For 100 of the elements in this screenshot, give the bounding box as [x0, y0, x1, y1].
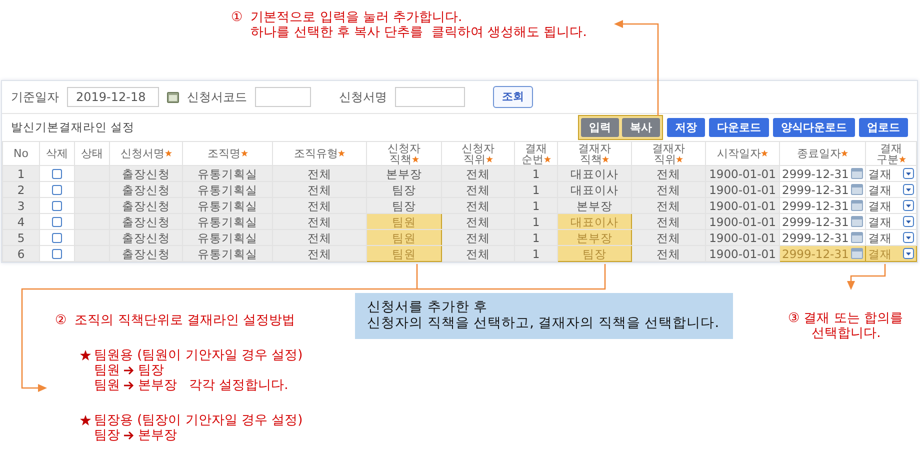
toolbar-button[interactable]: 양식다운로드 [773, 118, 855, 137]
column-header: 신청자 [462, 142, 494, 154]
note-text: 각각 설정합니다. [189, 378, 288, 393]
toolbar-button[interactable]: 복사 [622, 118, 660, 137]
search-button[interactable]: 조회 [493, 86, 533, 108]
right-arrow-icon [124, 431, 134, 440]
toolbar-button[interactable]: 다운로드 [709, 118, 769, 137]
required-icon [338, 150, 345, 158]
toolbar-button[interactable]: 업로드 [859, 118, 908, 137]
table-cell: 전체 [272, 198, 366, 214]
checkbox[interactable] [52, 169, 62, 180]
table-cell: 6 [2, 246, 40, 262]
table-cell: 전체 [272, 214, 366, 230]
table-cell: 본부장 [558, 230, 632, 246]
column-header: 구분 [876, 152, 898, 166]
table-cell: 유통기획실 [182, 214, 272, 230]
table-cell: 팀원 [366, 246, 442, 262]
field-label: 신청서명 [339, 89, 387, 106]
table-cell: 대표이사 [558, 166, 632, 182]
table-cell: 전체 [272, 166, 366, 182]
calendar-icon [850, 184, 863, 195]
right-arrow-icon [124, 366, 134, 375]
input-field[interactable] [255, 87, 311, 107]
connector-arrow [847, 264, 886, 290]
right-arrow-icon [124, 381, 134, 390]
table-cell: 대표이사 [558, 182, 632, 198]
info-text: 신청서를 추가한 후 [367, 299, 489, 315]
field-label: 기준일자 [11, 89, 59, 106]
table-cell: 전체 [632, 214, 706, 230]
table-cell: 1 [514, 246, 558, 262]
caret-icon [903, 248, 914, 259]
required-icon [841, 150, 848, 158]
section-title: 발신기본결재라인 설정 [11, 118, 135, 136]
table-cell: 전체 [442, 230, 514, 246]
table-cell: 전체 [632, 182, 706, 198]
input-field[interactable]: 2019-12-18 [67, 87, 159, 107]
table-cell: 4 [2, 214, 40, 230]
table-cell: 전체 [272, 230, 366, 246]
table-cell: 1900-01-01 [706, 230, 780, 246]
column-header: No [14, 147, 28, 160]
note-heading: 팀장용 (팀장이 기안자일 경우 설정) [94, 413, 303, 428]
toolbar-button[interactable]: 입력 [581, 118, 619, 137]
table-cell: 1 [514, 230, 558, 246]
table-cell: 전체 [442, 198, 514, 214]
column-header: 상태 [81, 147, 103, 160]
table-cell: 1900-01-01 [706, 246, 780, 262]
table-cell: 유통기획실 [182, 198, 272, 214]
note-title: 조직의 직책단위로 결재라인 설정방법 [74, 313, 296, 328]
table-cell: 팀원 [366, 214, 442, 230]
toolbar-button[interactable]: 저장 [667, 118, 705, 137]
star-icon [80, 415, 91, 426]
column-header: 조직유형 [294, 147, 338, 160]
note-text: 기본적으로 입력을 눌러 추가합니다. [250, 10, 464, 25]
checkbox[interactable] [52, 233, 62, 244]
input-field[interactable] [395, 87, 465, 107]
required-icon [602, 156, 609, 163]
table-cell: 1 [514, 214, 558, 230]
caret-icon [903, 200, 914, 211]
table-cell: 전체 [442, 166, 514, 182]
checkbox[interactable] [52, 217, 62, 228]
checkbox[interactable] [52, 201, 62, 212]
table-cell: 대표이사 [558, 214, 632, 230]
star-icon [80, 350, 91, 361]
note-text: 하나를 선택한 후 복사 단추를 클릭하여 생성해도 됩니다. [250, 25, 587, 40]
table-cell: 유통기획실 [182, 230, 272, 246]
table-cell: 전체 [632, 198, 706, 214]
column-header: 결재 [525, 142, 547, 154]
table-cell: 출장신청 [110, 230, 182, 246]
note-text: 결재 또는 합의를 [804, 311, 903, 326]
table-cell: 1 [514, 166, 558, 182]
table-cell: 전체 [632, 166, 706, 182]
field-label: 신청서코드 [187, 89, 247, 106]
table-cell: 유통기획실 [182, 246, 272, 262]
table-cell: 유통기획실 [182, 182, 272, 198]
column-header: 조직명 [208, 147, 240, 160]
table-cell: 전체 [632, 230, 706, 246]
column-header: 직위 [654, 152, 676, 166]
note-text: 본부장 [138, 428, 177, 443]
table-cell: 전체 [442, 214, 514, 230]
table-cell: 1900-01-01 [706, 214, 780, 230]
note-text: 본부장 [138, 378, 177, 393]
calendar-icon [850, 216, 863, 227]
caret-icon [903, 232, 914, 243]
required-icon [412, 156, 418, 163]
caret-icon [903, 168, 914, 179]
column-header: 직위 [464, 152, 486, 166]
table-cell: 1900-01-01 [706, 182, 780, 198]
table-cell: 출장신청 [110, 198, 182, 214]
table-cell: 2 [2, 182, 40, 198]
table-cell: 전체 [442, 246, 514, 262]
checkbox[interactable] [52, 185, 62, 196]
calendar-icon [850, 200, 863, 211]
column-header: 신청자 [388, 142, 420, 154]
table-cell: 1900-01-01 [706, 166, 780, 182]
note-text: 팀원 [94, 378, 120, 393]
note-heading: 팀원용 (팀원이 기안자일 경우 설정) [94, 348, 303, 363]
calendar-icon [167, 92, 179, 102]
checkbox[interactable] [52, 249, 62, 260]
column-header: 결재 [880, 142, 902, 154]
column-header: 시작일자 [717, 147, 761, 160]
